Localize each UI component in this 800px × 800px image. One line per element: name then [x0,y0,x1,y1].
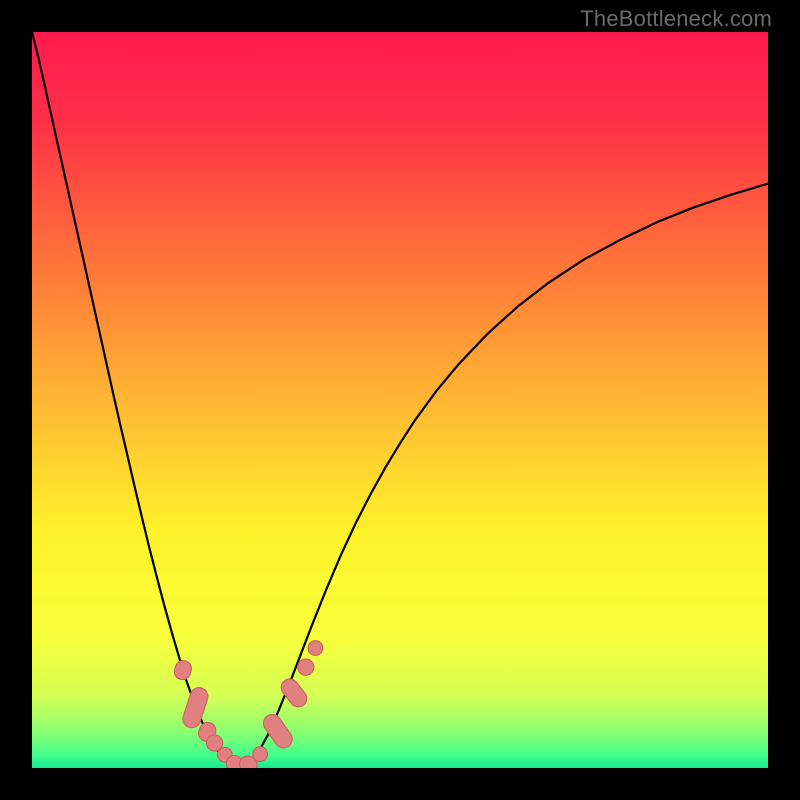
chart-frame: TheBottleneck.com [0,0,800,800]
curve-markers [172,641,322,768]
curve-layer [32,32,768,768]
watermark-text: TheBottleneck.com [580,6,772,32]
bottleneck-curve [32,32,768,767]
plot-area [32,32,768,768]
